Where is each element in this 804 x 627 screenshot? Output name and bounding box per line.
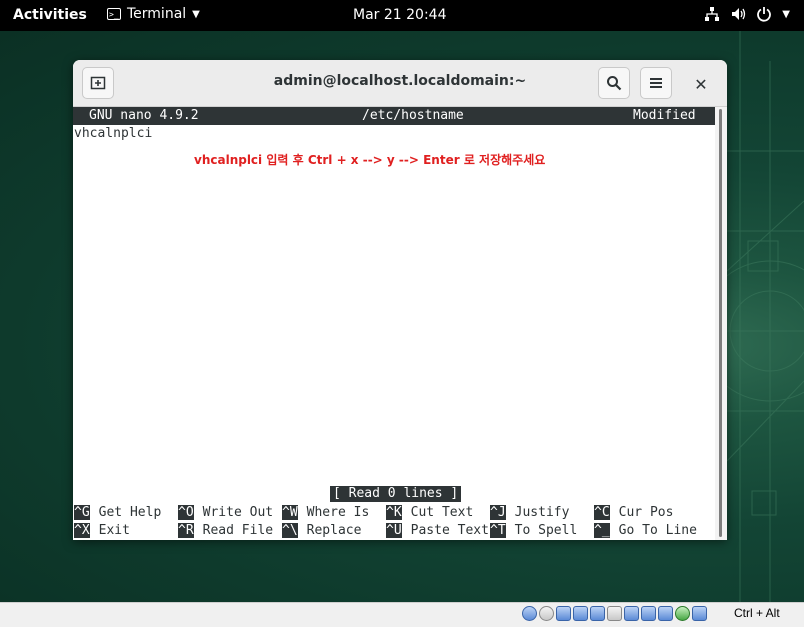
shortcut-key: ^R: [178, 523, 194, 538]
activities-button[interactable]: Activities: [13, 7, 87, 23]
cpu-activity-icon[interactable]: [675, 606, 690, 621]
shortcut-cut-text[interactable]: ^K Cut Text: [386, 504, 473, 522]
shortcut-paste-text[interactable]: ^U Paste Text: [386, 522, 489, 540]
shortcut-label: Write Out: [202, 505, 274, 520]
audio-icon[interactable]: [556, 606, 571, 621]
shortcut-replace[interactable]: ^\ Replace: [282, 522, 361, 540]
editor-text-line[interactable]: vhcalnplci: [74, 126, 152, 142]
scrollbar-thumb[interactable]: [719, 109, 722, 537]
close-icon: ✕: [694, 74, 708, 94]
volume-icon: [732, 8, 746, 20]
shortcut-label: Paste Text: [410, 523, 489, 538]
network-adapter-icon[interactable]: [573, 606, 588, 621]
hard-disk-icon[interactable]: [522, 606, 537, 621]
shortcut-label: Justify: [514, 505, 570, 520]
terminal-icon: >_: [107, 8, 121, 20]
shortcut-label: To Spell: [514, 523, 578, 538]
shortcut-key: ^U: [386, 523, 402, 538]
vbox-device-icons: [522, 606, 707, 621]
nano-filename: /etc/hostname: [362, 108, 464, 123]
power-icon: [757, 7, 772, 22]
nano-modified-flag: Modified: [633, 108, 696, 123]
shortcut-key: ^G: [74, 505, 90, 520]
app-menu-terminal[interactable]: >_ Terminal ▼: [107, 6, 200, 22]
shortcut-exit[interactable]: ^X Exit: [74, 522, 130, 540]
shortcut-label: Where Is: [306, 505, 370, 520]
host-key-label: Ctrl + Alt: [734, 606, 780, 620]
shortcut-to-spell[interactable]: ^T To Spell: [490, 522, 577, 540]
caret-down-icon: ▼: [782, 8, 790, 20]
shortcut-cur-pos[interactable]: ^C Cur Pos: [594, 504, 673, 522]
mouse-integration-icon[interactable]: [692, 606, 707, 621]
terminal-window: admin@localhost.localdomain:~ ✕ GNU nano…: [73, 60, 727, 540]
nano-version: GNU nano 4.9.2: [89, 108, 199, 123]
nano-status-message: [ Read 0 lines ]: [330, 486, 462, 502]
usb-icon[interactable]: [590, 606, 605, 621]
shortcut-key: ^T: [490, 523, 506, 538]
nano-header-bar: GNU nano 4.9.2 /etc/hostname Modified: [73, 107, 715, 125]
shortcut-key: ^W: [282, 505, 298, 520]
shortcut-key: ^X: [74, 523, 90, 538]
shortcut-go-to-line[interactable]: ^_ Go To Line: [594, 522, 697, 540]
terminal-scrollbar[interactable]: [715, 107, 727, 540]
search-button[interactable]: [598, 67, 630, 99]
system-tray[interactable]: ▼: [704, 6, 790, 22]
menu-button[interactable]: [640, 67, 672, 99]
caret-down-icon: ▼: [192, 8, 200, 20]
shortcut-label: Go To Line: [618, 523, 697, 538]
shortcut-key: ^O: [178, 505, 194, 520]
hamburger-menu-icon: [650, 78, 662, 88]
top-bar: Activities >_ Terminal ▼ Mar 21 20:44 ▼: [0, 0, 804, 31]
shortcut-justify[interactable]: ^J Justify: [490, 504, 569, 522]
shortcut-write-out[interactable]: ^O Write Out: [178, 504, 273, 522]
clock[interactable]: Mar 21 20:44: [353, 7, 446, 23]
shortcut-label: Read File: [202, 523, 274, 538]
shortcut-label: Cur Pos: [618, 505, 674, 520]
video-capture-icon[interactable]: [641, 606, 656, 621]
shortcut-label: Exit: [98, 523, 130, 538]
shortcut-label: Cut Text: [410, 505, 474, 520]
shortcut-key: ^\: [282, 523, 298, 538]
shortcut-read-file[interactable]: ^R Read File: [178, 522, 273, 540]
shortcut-key: ^K: [386, 505, 402, 520]
shortcut-label: Replace: [306, 523, 362, 538]
shortcut-get-help[interactable]: ^G Get Help: [74, 504, 161, 522]
optical-drive-icon[interactable]: [539, 606, 554, 621]
window-titlebar[interactable]: admin@localhost.localdomain:~ ✕: [73, 60, 727, 107]
virtualization-icon[interactable]: [658, 606, 673, 621]
instruction-annotation: vhcalnplci 입력 후 Ctrl + x --> y --> Enter…: [194, 153, 546, 167]
app-menu-label: Terminal: [127, 6, 187, 22]
shortcut-key: ^J: [490, 505, 506, 520]
shortcut-label: Get Help: [98, 505, 162, 520]
network-icon: [705, 7, 720, 21]
shortcut-key: ^_: [594, 523, 610, 538]
close-button[interactable]: ✕: [689, 72, 713, 96]
display-icon[interactable]: [624, 606, 639, 621]
search-icon: [607, 76, 622, 91]
shortcut-key: ^C: [594, 505, 610, 520]
nano-shortcut-bar: ^G Get Help ^O Write Out ^W Where Is ^K Cut …: [74, 504, 714, 540]
shortcut-where-is[interactable]: ^W Where Is: [282, 504, 369, 522]
terminal-content[interactable]: GNU nano 4.9.2 /etc/hostname Modified vh…: [73, 107, 727, 540]
virtualbox-status-bar: Ctrl + Alt: [0, 602, 804, 627]
shared-folders-icon[interactable]: [607, 606, 622, 621]
